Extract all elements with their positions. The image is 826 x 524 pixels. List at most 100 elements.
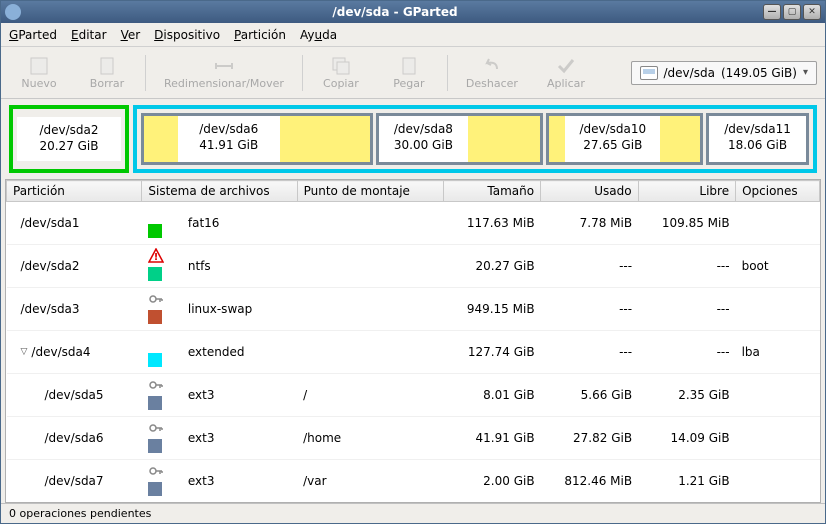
used-cell: --- — [541, 245, 639, 288]
opt-cell — [736, 288, 820, 331]
col-partition[interactable]: Partición — [7, 181, 142, 202]
diskmap-sda11-name: /dev/sda11 — [711, 122, 804, 138]
apply-icon — [555, 55, 577, 77]
free-cell: 109.85 MiB — [638, 202, 736, 245]
diskmap-sda10-name: /dev/sda10 — [579, 122, 646, 138]
fs-cell: ntfs — [182, 245, 297, 288]
fs-color-swatch — [148, 353, 162, 367]
maximize-button[interactable]: ▢ — [783, 4, 801, 20]
diskmap-sda10[interactable]: /dev/sda10 27.65 GiB — [546, 113, 703, 165]
apply-button: Aplicar — [536, 51, 596, 94]
close-button[interactable]: ✕ — [803, 4, 821, 20]
used-cell: --- — [541, 331, 639, 374]
diskmap-sda11[interactable]: /dev/sda11 18.06 GiB — [706, 113, 809, 165]
menubar: GParted Editar Ver Dispositivo Partición… — [1, 23, 825, 47]
col-mount[interactable]: Punto de montaje — [297, 181, 443, 202]
used-cell: --- — [541, 288, 639, 331]
menu-dispositivo[interactable]: Dispositivo — [154, 28, 220, 42]
mount-cell — [297, 331, 443, 374]
minimize-button[interactable]: — — [763, 4, 781, 20]
chevron-down-icon: ▾ — [803, 67, 808, 78]
size-cell: 41.91 GiB — [443, 417, 541, 460]
table-row[interactable]: ▽/dev/sda4 extended127.74 GiB------lba — [7, 331, 820, 374]
menu-ayuda[interactable]: Ayuda — [300, 28, 337, 42]
opt-cell — [736, 374, 820, 417]
device-selector[interactable]: /dev/sda (149.05 GiB) ▾ — [631, 61, 817, 85]
fs-cell: fat16 — [182, 202, 297, 245]
menu-gparted[interactable]: GParted — [9, 28, 57, 42]
diskmap-sda8[interactable]: /dev/sda8 30.00 GiB — [376, 113, 543, 165]
app-icon — [5, 4, 21, 20]
new-icon — [28, 55, 50, 77]
opt-cell — [736, 202, 820, 245]
table-row[interactable]: /dev/sda2! ntfs20.27 GiB------boot — [7, 245, 820, 288]
col-fs[interactable]: Sistema de archivos — [142, 181, 297, 202]
diskmap-sda8-size: 30.00 GiB — [393, 138, 454, 154]
col-opt[interactable]: Opciones — [736, 181, 820, 202]
size-cell: 20.27 GiB — [443, 245, 541, 288]
size-cell: 949.15 MiB — [443, 288, 541, 331]
fs-cell: ext3 — [182, 460, 297, 503]
paste-icon — [398, 55, 420, 77]
copy-icon — [330, 55, 352, 77]
free-cell: --- — [638, 245, 736, 288]
table-row[interactable]: /dev/sda1 fat16117.63 MiB7.78 MiB109.85 … — [7, 202, 820, 245]
menu-particion[interactable]: Partición — [234, 28, 286, 42]
key-icon — [148, 420, 164, 436]
diskmap-sda6-size: 41.91 GiB — [192, 138, 266, 154]
menu-ver[interactable]: Ver — [121, 28, 141, 42]
delete-button: Borrar — [77, 51, 137, 94]
separator — [145, 55, 146, 91]
disk-map: /dev/sda2 20.27 GiB /dev/sda6 41.91 GiB … — [1, 99, 825, 179]
new-label: Nuevo — [21, 77, 56, 90]
col-size[interactable]: Tamaño — [443, 181, 541, 202]
free-cell: 14.09 GiB — [638, 417, 736, 460]
table-row[interactable]: /dev/sda5 ext3/8.01 GiB5.66 GiB2.35 GiB — [7, 374, 820, 417]
opt-cell — [736, 417, 820, 460]
col-used[interactable]: Usado — [541, 181, 639, 202]
diskmap-sda2-name: /dev/sda2 — [31, 123, 107, 139]
opt-cell — [736, 460, 820, 503]
diskmap-sda6-name: /dev/sda6 — [192, 122, 266, 138]
titlebar[interactable]: /dev/sda - GParted — ▢ ✕ — [1, 1, 825, 23]
size-cell: 2.00 GiB — [443, 460, 541, 503]
fs-cell: ext3 — [182, 417, 297, 460]
opt-cell: boot — [736, 245, 820, 288]
fs-color-swatch — [148, 310, 162, 324]
mount-cell — [297, 202, 443, 245]
undo-button: Deshacer — [456, 51, 528, 94]
used-cell: 7.78 MiB — [541, 202, 639, 245]
diskmap-sda2[interactable]: /dev/sda2 20.27 GiB — [9, 105, 129, 173]
resize-button: Redimensionar/Mover — [154, 51, 294, 94]
diskmap-sda6[interactable]: /dev/sda6 41.91 GiB — [141, 113, 373, 165]
key-icon — [148, 463, 164, 479]
mount-cell — [297, 245, 443, 288]
fs-color-swatch — [148, 396, 162, 410]
diskmap-sda10-size: 27.65 GiB — [579, 138, 646, 154]
col-free[interactable]: Libre — [638, 181, 736, 202]
blank-icon — [148, 205, 164, 221]
partition-name: /dev/sda5 — [45, 388, 104, 402]
mount-cell: /var — [297, 460, 443, 503]
table-row[interactable]: /dev/sda6 ext3/home41.91 GiB27.82 GiB14.… — [7, 417, 820, 460]
diskmap-sda2-size: 20.27 GiB — [31, 139, 107, 155]
partition-name: /dev/sda1 — [21, 216, 80, 230]
size-cell: 127.74 GiB — [443, 331, 541, 374]
copy-label: Copiar — [323, 77, 359, 90]
fs-color-swatch — [148, 224, 162, 238]
paste-label: Pegar — [393, 77, 424, 90]
fs-cell: linux-swap — [182, 288, 297, 331]
free-cell: --- — [638, 288, 736, 331]
app-window: /dev/sda - GParted — ▢ ✕ GParted Editar … — [0, 0, 826, 524]
mount-cell: /home — [297, 417, 443, 460]
free-cell: 1.21 GiB — [638, 460, 736, 503]
table-row[interactable]: /dev/sda3 linux-swap949.15 MiB------ — [7, 288, 820, 331]
used-cell: 5.66 GiB — [541, 374, 639, 417]
menu-editar[interactable]: Editar — [71, 28, 107, 42]
used-cell: 812.46 MiB — [541, 460, 639, 503]
expand-icon[interactable]: ▽ — [21, 347, 28, 357]
diskmap-extended[interactable]: /dev/sda6 41.91 GiB /dev/sda8 30.00 GiB — [133, 105, 817, 173]
table-row[interactable]: /dev/sda7 ext3/var2.00 GiB812.46 MiB1.21… — [7, 460, 820, 503]
partition-name: /dev/sda6 — [45, 431, 104, 445]
partition-table[interactable]: Partición Sistema de archivos Punto de m… — [5, 179, 821, 503]
